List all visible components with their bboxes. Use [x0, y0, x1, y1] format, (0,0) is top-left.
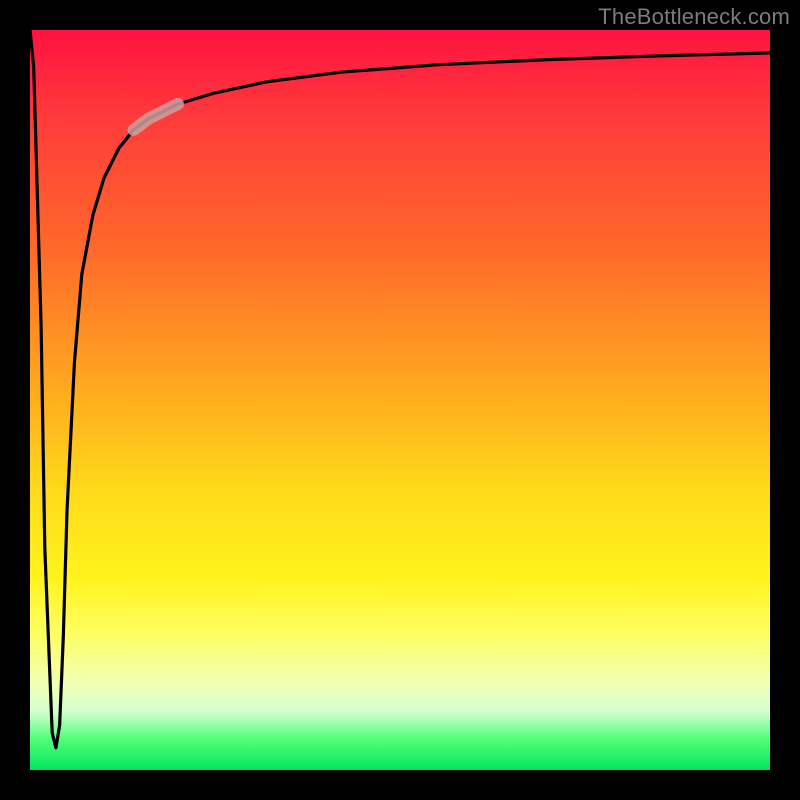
curve-path: [30, 30, 770, 748]
watermark-text: TheBottleneck.com: [598, 4, 790, 30]
chart-svg: [30, 30, 770, 770]
curve-highlight-segment: [134, 104, 178, 130]
chart-frame: TheBottleneck.com: [0, 0, 800, 800]
